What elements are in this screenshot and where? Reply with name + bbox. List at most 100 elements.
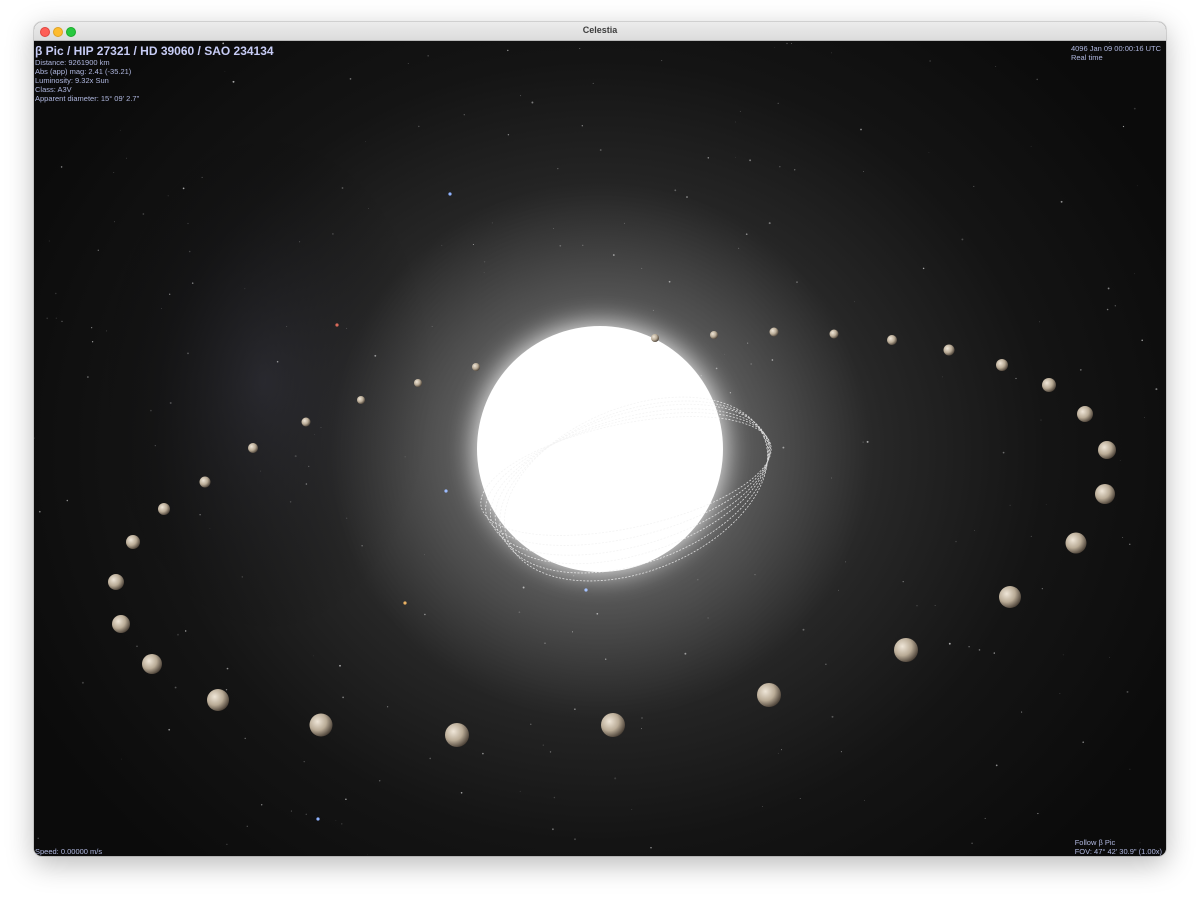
planet[interactable] xyxy=(472,363,480,371)
background-star xyxy=(995,66,997,67)
planet[interactable] xyxy=(601,713,625,737)
background-star xyxy=(244,288,246,290)
background-star xyxy=(791,42,792,44)
planet[interactable] xyxy=(769,327,779,337)
planet[interactable] xyxy=(1098,441,1116,459)
background-star xyxy=(1009,504,1011,506)
planet[interactable] xyxy=(414,379,422,387)
planet[interactable] xyxy=(651,334,659,342)
planet[interactable] xyxy=(887,335,897,345)
background-star xyxy=(55,317,57,319)
planet[interactable] xyxy=(1077,406,1093,422)
background-star xyxy=(339,664,341,667)
planet[interactable] xyxy=(943,344,955,356)
background-star xyxy=(305,813,307,815)
background-star xyxy=(342,696,344,699)
view-info-panel: Follow β Pic FOV: 47° 42' 30.9" (1.00x) xyxy=(1075,838,1162,856)
title-bar[interactable]: Celestia xyxy=(34,22,1166,41)
time-info-panel: 4096 Jan 09 00:00:16 UTC Real time xyxy=(1071,44,1161,62)
planet[interactable] xyxy=(710,331,718,339)
background-star xyxy=(201,176,203,178)
background-star xyxy=(305,483,308,485)
background-star xyxy=(1119,459,1121,461)
background-star xyxy=(650,847,652,849)
background-star xyxy=(313,655,314,657)
background-star xyxy=(614,777,617,780)
planet[interactable] xyxy=(996,359,1008,371)
background-star xyxy=(1136,185,1138,187)
background-star xyxy=(187,352,189,355)
background-star xyxy=(840,751,842,753)
planet[interactable] xyxy=(248,443,258,453)
background-star xyxy=(289,501,292,503)
planet[interactable] xyxy=(108,574,124,590)
background-star xyxy=(48,240,50,242)
speed-readout: Speed: 0.00000 m/s xyxy=(35,847,103,856)
background-star xyxy=(661,60,663,62)
magnitude-readout: Abs (app) mag: 2.41 (-35.21) xyxy=(35,67,132,76)
background-star xyxy=(87,376,89,378)
background-star xyxy=(1037,813,1039,815)
background-star xyxy=(1060,200,1063,203)
colored-star xyxy=(448,192,452,196)
planet[interactable] xyxy=(309,713,333,737)
planet[interactable] xyxy=(142,654,162,674)
planet[interactable] xyxy=(112,615,130,633)
background-star xyxy=(150,409,152,412)
planet[interactable] xyxy=(894,638,918,662)
background-star xyxy=(418,125,420,128)
background-star xyxy=(955,540,957,543)
background-star xyxy=(1079,369,1082,371)
distance-readout: Distance: 9261900 km xyxy=(35,58,110,67)
planet[interactable] xyxy=(126,535,140,549)
spectral-class-readout: Class: A3V xyxy=(35,85,72,94)
background-star xyxy=(91,327,93,329)
planet[interactable] xyxy=(357,396,365,404)
planet[interactable] xyxy=(1042,378,1056,392)
planet[interactable] xyxy=(999,586,1021,608)
background-star xyxy=(38,510,41,513)
background-star xyxy=(34,437,35,439)
background-star xyxy=(182,187,185,190)
background-star xyxy=(209,528,211,529)
3d-viewport[interactable]: β Pic / HIP 27321 / HD 39060 / SAO 23413… xyxy=(34,41,1166,856)
beta-pic-star[interactable] xyxy=(477,326,723,572)
planet[interactable] xyxy=(1095,484,1115,504)
background-star xyxy=(226,843,228,845)
planet[interactable] xyxy=(199,476,211,488)
background-star xyxy=(335,820,337,821)
planet[interactable] xyxy=(1065,532,1087,554)
planet[interactable] xyxy=(445,723,469,747)
background-star xyxy=(1040,419,1042,421)
background-star xyxy=(346,327,348,329)
time-rate-readout: Real time xyxy=(1070,53,1103,62)
background-star xyxy=(320,427,322,428)
planet[interactable] xyxy=(207,689,229,711)
background-star xyxy=(199,514,201,516)
background-star xyxy=(188,250,191,253)
background-star xyxy=(749,159,752,162)
background-star xyxy=(1062,654,1064,656)
background-star xyxy=(119,129,121,131)
background-star xyxy=(66,499,69,502)
background-star xyxy=(973,185,975,187)
background-star xyxy=(1039,321,1041,323)
background-star xyxy=(1041,588,1043,590)
background-star xyxy=(860,128,862,131)
background-star xyxy=(831,52,832,54)
background-star xyxy=(114,221,116,223)
planet[interactable] xyxy=(757,683,781,707)
planet[interactable] xyxy=(158,503,170,515)
background-star xyxy=(260,804,263,806)
background-star xyxy=(551,828,554,831)
planet[interactable] xyxy=(829,329,839,339)
background-star xyxy=(241,576,243,578)
background-star xyxy=(1122,125,1125,128)
planet[interactable] xyxy=(301,417,311,427)
background-star xyxy=(294,455,297,458)
background-star xyxy=(1106,308,1109,311)
background-star xyxy=(968,646,970,648)
background-star xyxy=(161,308,162,309)
background-star xyxy=(167,195,169,197)
background-star xyxy=(864,799,865,801)
